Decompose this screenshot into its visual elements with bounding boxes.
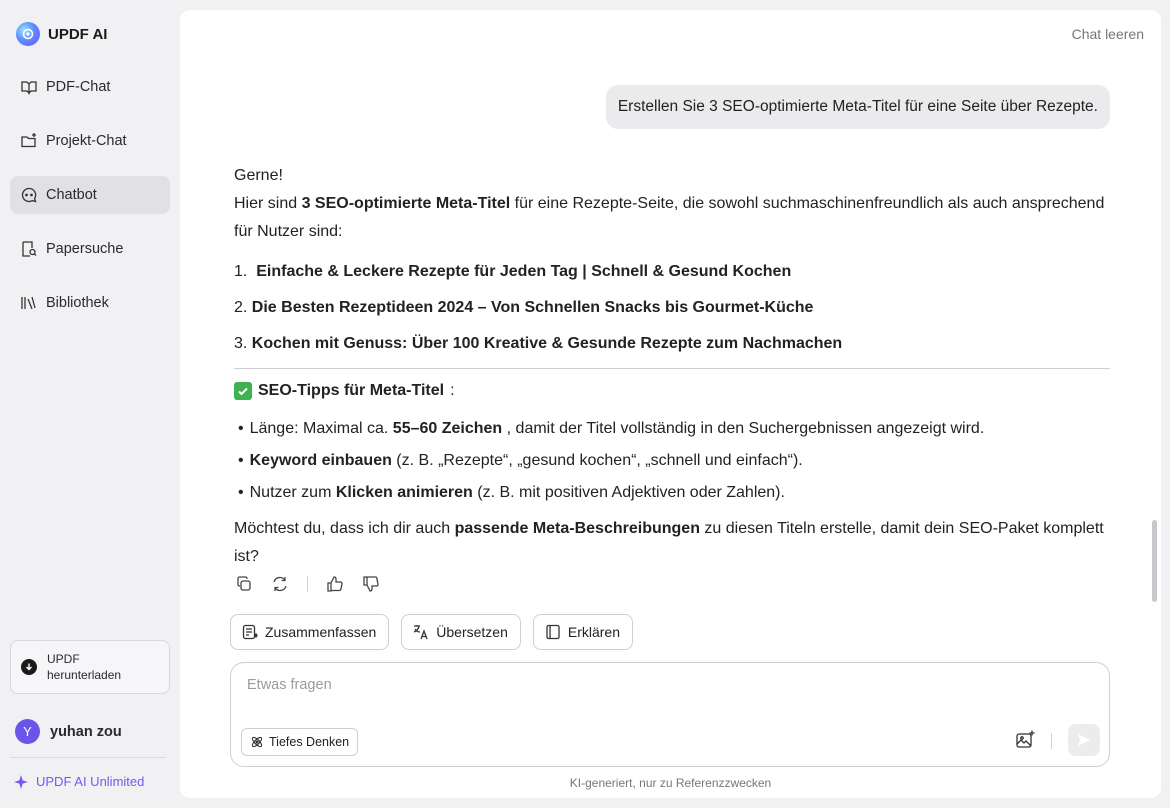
user-message: Erstellen Sie 3 SEO-optimierte Meta-Tite…	[605, 85, 1110, 129]
translate-button[interactable]: Übersetzen	[401, 614, 521, 650]
sidebar-item-label: Projekt-Chat	[46, 133, 127, 149]
disclaimer: KI-generiert, nur zu Referenzzwecken	[569, 776, 772, 790]
composer: Tiefes Denken	[230, 662, 1110, 767]
scrollbar[interactable]	[1152, 520, 1157, 602]
divider	[234, 368, 1110, 369]
meta-title-list: 1. Einfache & Leckere Rezepte für Jeden …	[234, 254, 1110, 362]
assistant-answer: Gerne! Hier sind 3 SEO-optimierte Meta-T…	[234, 162, 1110, 571]
message-input[interactable]	[247, 677, 947, 693]
composer-divider	[1051, 733, 1052, 749]
tips-list: Länge: Maximal ca. 55–60 Zeichen , damit…	[234, 413, 1110, 509]
answer-intro: Hier sind 3 SEO-optimierte Meta-Titel fü…	[234, 195, 1105, 240]
message-actions	[235, 575, 380, 593]
list-item: 1. Einfache & Leckere Rezepte für Jeden …	[234, 263, 792, 280]
sidebar-item-papersuche[interactable]: Papersuche	[10, 230, 170, 268]
clear-chat-button[interactable]: Chat leeren	[1072, 26, 1144, 42]
user-name: yuhan zou	[50, 723, 122, 740]
unlimited-label: UPDF AI Unlimited	[36, 774, 145, 789]
book-icon	[546, 624, 560, 640]
list-item: Nutzer zum Klicken animieren (z. B. mit …	[234, 477, 1110, 509]
sidebar-item-label: Papersuche	[46, 241, 124, 257]
send-button[interactable]	[1068, 724, 1100, 756]
actions-divider	[307, 576, 308, 592]
sidebar: UPDF AI PDF-Chat Projekt-Chat Chatbot Pa…	[0, 0, 180, 808]
thumbs-down-icon[interactable]	[362, 575, 380, 593]
thumbs-up-icon[interactable]	[326, 575, 344, 593]
list-item: 2. Die Besten Rezeptideen 2024 – Von Sch…	[234, 299, 814, 316]
app-name: UPDF AI	[48, 25, 108, 43]
list-item: Länge: Maximal ca. 55–60 Zeichen , damit…	[234, 413, 1110, 445]
deep-think-button[interactable]: Tiefes Denken	[241, 728, 359, 756]
avatar: Y	[15, 719, 40, 744]
sidebar-item-label: PDF-Chat	[46, 79, 111, 95]
sidebar-item-label: Bibliothek	[46, 295, 109, 311]
quick-actions: Zusammenfassen Übersetzen Erklären	[230, 614, 634, 650]
image-upload-icon[interactable]	[1014, 729, 1036, 751]
book-open-icon	[21, 81, 37, 95]
sidebar-item-pdf-chat[interactable]: PDF-Chat	[10, 68, 170, 106]
download-icon	[21, 659, 37, 675]
list-item: 3. Kochen mit Genuss: Über 100 Kreative …	[234, 335, 843, 352]
sparkle-icon	[14, 774, 28, 789]
explain-button[interactable]: Erklären	[532, 614, 634, 650]
check-mark-icon	[234, 382, 252, 400]
doc-search-icon	[22, 241, 37, 257]
copy-icon[interactable]	[235, 575, 253, 593]
folder-plus-icon	[21, 133, 36, 148]
translate-icon	[414, 625, 428, 640]
sidebar-divider	[10, 757, 166, 758]
summarize-icon	[242, 624, 258, 640]
atom-icon	[251, 736, 263, 748]
library-icon	[21, 296, 36, 310]
sidebar-item-projekt-chat[interactable]: Projekt-Chat	[10, 122, 170, 160]
chat-bubble-icon	[21, 187, 37, 203]
chat-panel: Chat leeren Erstellen Sie 3 SEO-optimier…	[180, 10, 1161, 798]
updf-logo-icon	[16, 22, 40, 46]
sidebar-item-chatbot[interactable]: Chatbot	[10, 176, 170, 214]
list-item: Keyword einbauen (z. B. „Rezepte“, „gesu…	[234, 445, 1110, 477]
tips-heading: SEO-Tipps für Meta-Titel :	[234, 377, 1110, 405]
regenerate-icon[interactable]	[271, 575, 289, 593]
sidebar-item-label: Chatbot	[46, 187, 97, 203]
download-label: UPDF herunterladen	[47, 652, 122, 682]
sidebar-item-bibliothek[interactable]: Bibliothek	[10, 284, 170, 322]
summarize-button[interactable]: Zusammenfassen	[230, 614, 390, 650]
answer-closing: Möchtest du, dass ich dir auch passende …	[234, 520, 1104, 565]
app-logo[interactable]: UPDF AI	[16, 22, 107, 46]
answer-greeting: Gerne!	[234, 167, 283, 184]
send-icon	[1078, 734, 1090, 746]
user-profile[interactable]: Y yuhan zou	[15, 719, 122, 744]
download-updf-button[interactable]: UPDF herunterladen	[10, 640, 170, 694]
unlimited-link[interactable]: UPDF AI Unlimited	[14, 774, 144, 789]
